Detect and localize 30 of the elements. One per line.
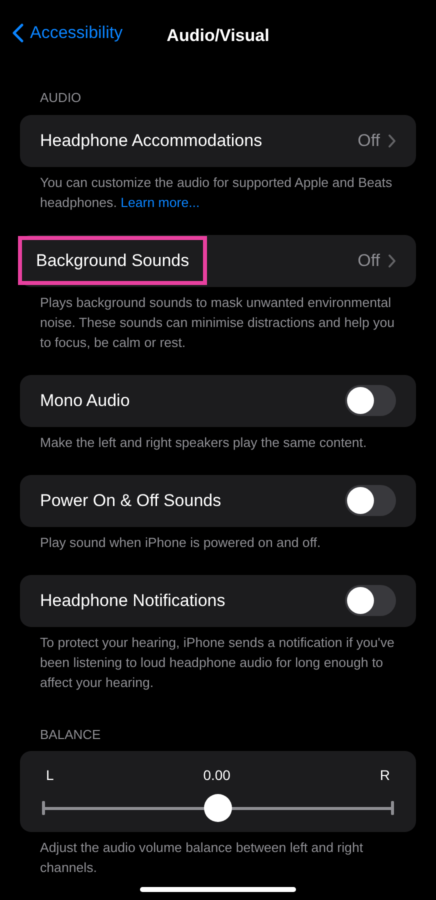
row-label: Headphone Notifications — [40, 590, 226, 612]
section-footer: To protect your hearing, iPhone sends a notification if you've been listening to loud headphone audio for long enough to affect your hearing. — [0, 626, 436, 692]
slider-thumb[interactable] — [204, 794, 232, 822]
highlighted-label: Background Sounds — [18, 236, 208, 286]
toggle-switch[interactable] — [345, 385, 396, 416]
learn-more-link[interactable]: Learn more... — [120, 194, 200, 210]
settings-row[interactable]: Background Sounds Off — [20, 234, 416, 286]
slider-max-label: R — [380, 766, 390, 785]
section-footer: Plays background sounds to mask unwanted environmental noise. These sounds can minimise distractions and help you to focus, be calm or rest. — [0, 286, 436, 352]
section-footer: Make the left and right speakers play the same content. — [0, 426, 436, 452]
row-value: Off — [358, 130, 380, 152]
section-footer: Adjust the audio volume balance between left and right channels. — [0, 832, 436, 878]
row-label: Power On & Off Sounds — [40, 490, 222, 512]
chevron-left-icon — [12, 22, 24, 43]
row-label: Headphone Accommodations — [40, 130, 262, 152]
settings-row[interactable]: Headphone Accommodations Off — [20, 114, 416, 166]
toggle-switch[interactable] — [345, 585, 396, 616]
chevron-right-icon — [388, 134, 396, 148]
section-footer: You can customize the audio for supported Apple and Beats headphones. Learn more... — [0, 166, 436, 212]
section-header: AUDIO — [39, 89, 82, 107]
chevron-right-icon — [388, 254, 396, 268]
section-footer: Play sound when iPhone is powered on and off. — [0, 526, 436, 552]
toggle-switch[interactable] — [345, 485, 396, 516]
row-value: Off — [358, 250, 380, 272]
slider-value: 0.00 — [203, 766, 230, 785]
back-button[interactable]: Accessibility — [12, 20, 123, 46]
slider-min-label: L — [46, 766, 54, 785]
section-header: BALANCE — [39, 726, 102, 744]
row-label: Mono Audio — [40, 390, 130, 412]
page-title: Audio/Visual — [166, 25, 270, 47]
